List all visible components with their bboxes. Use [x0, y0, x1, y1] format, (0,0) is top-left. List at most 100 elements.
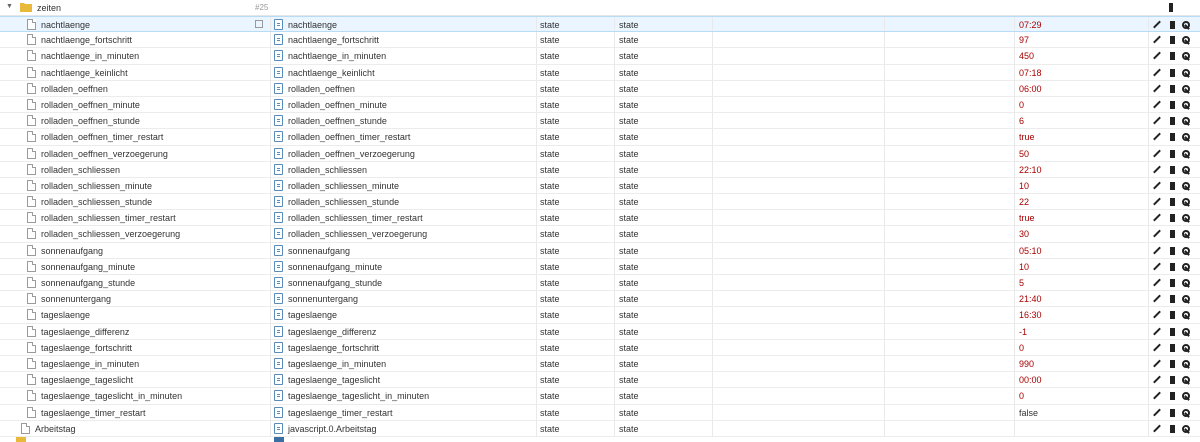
delete-icon[interactable] — [1168, 116, 1178, 126]
object-role[interactable]: state — [619, 181, 639, 191]
delete-icon[interactable] — [1168, 165, 1178, 175]
wrench-icon[interactable] — [1181, 246, 1191, 256]
object-name[interactable]: nachtlaenge_fortschritt — [288, 35, 379, 45]
object-name[interactable]: nachtlaenge_in_minuten — [288, 51, 386, 61]
table-row[interactable]: tageslaenge_fortschritt tageslaenge_forts… — [0, 339, 1200, 356]
delete-icon[interactable] — [1168, 181, 1178, 191]
delete-icon[interactable] — [1169, 3, 1173, 12]
object-name[interactable]: rolladen_oeffnen — [288, 84, 355, 94]
edit-icon[interactable] — [1152, 165, 1162, 175]
object-name[interactable]: rolladen_oeffnen_verzoegerung — [288, 149, 415, 159]
object-name[interactable]: rolladen_schliessen_verzoegerung — [288, 229, 427, 239]
object-name[interactable]: tageslaenge_tageslicht — [288, 375, 380, 385]
object-value[interactable]: 990 — [1019, 359, 1034, 369]
table-row[interactable]: rolladen_oeffnen_timer_restart rolladen_o… — [0, 129, 1200, 146]
edit-icon[interactable] — [1152, 343, 1162, 353]
wrench-icon[interactable] — [1181, 359, 1191, 369]
wrench-icon[interactable] — [1181, 294, 1191, 304]
wrench-icon[interactable] — [1181, 391, 1191, 401]
delete-icon[interactable] — [1168, 35, 1178, 45]
edit-icon[interactable] — [1152, 51, 1162, 61]
edit-icon[interactable] — [1152, 197, 1162, 207]
object-name[interactable]: javascript.0.Arbeitstag — [288, 424, 377, 434]
wrench-icon[interactable] — [1181, 229, 1191, 239]
table-row[interactable]: rolladen_schliessen rolladen_schliessen st… — [0, 161, 1200, 178]
object-value[interactable]: 07:18 — [1019, 68, 1042, 78]
object-role[interactable]: state — [619, 359, 639, 369]
wrench-icon[interactable] — [1181, 68, 1191, 78]
object-name[interactable]: tageslaenge_in_minuten — [288, 359, 386, 369]
wrench-icon[interactable] — [1181, 51, 1191, 61]
table-row[interactable]: tageslaenge_timer_restart tageslaenge_tim… — [0, 404, 1200, 421]
edit-icon[interactable] — [1152, 294, 1162, 304]
object-role[interactable]: state — [619, 132, 639, 142]
wrench-icon[interactable] — [1181, 100, 1191, 110]
edit-icon[interactable] — [1152, 408, 1162, 418]
object-name[interactable]: rolladen_schliessen_stunde — [288, 197, 399, 207]
edit-icon[interactable] — [1152, 116, 1162, 126]
object-name[interactable]: rolladen_oeffnen_stunde — [288, 116, 387, 126]
delete-icon[interactable] — [1168, 424, 1178, 434]
table-row[interactable]: nachtlaenge_in_minuten nachtlaenge_in_min… — [0, 48, 1200, 65]
object-name[interactable]: tageslaenge_differenz — [288, 327, 376, 337]
next-folder-row[interactable] — [0, 436, 1200, 442]
object-role[interactable]: state — [619, 246, 639, 256]
object-role[interactable]: state — [619, 20, 639, 30]
object-value[interactable]: 16:30 — [1019, 310, 1042, 320]
object-value[interactable]: 0 — [1019, 391, 1024, 401]
table-row[interactable]: tageslaenge tageslaenge state state 16:30 — [0, 307, 1200, 324]
edit-icon[interactable] — [1152, 84, 1162, 94]
edit-icon[interactable] — [1152, 359, 1162, 369]
table-row[interactable]: sonnenaufgang sonnenaufgang state state 05:1… — [0, 242, 1200, 259]
object-role[interactable]: state — [619, 51, 639, 61]
delete-icon[interactable] — [1168, 213, 1178, 223]
wrench-icon[interactable] — [1181, 278, 1191, 288]
object-role[interactable]: state — [619, 343, 639, 353]
object-role[interactable]: state — [619, 310, 639, 320]
delete-icon[interactable] — [1168, 262, 1178, 272]
wrench-icon[interactable] — [1181, 343, 1191, 353]
wrench-icon[interactable] — [1181, 310, 1191, 320]
edit-icon[interactable] — [1152, 68, 1162, 78]
table-row[interactable]: sonnenuntergang sonnenuntergang state state… — [0, 291, 1200, 308]
object-name[interactable]: tageslaenge — [288, 310, 337, 320]
edit-icon[interactable] — [1152, 20, 1162, 30]
object-name[interactable]: nachtlaenge_keinlicht — [288, 68, 375, 78]
object-role[interactable]: state — [619, 229, 639, 239]
edit-icon[interactable] — [1152, 424, 1162, 434]
object-name[interactable]: sonnenaufgang — [288, 246, 350, 256]
delete-icon[interactable] — [1168, 359, 1178, 369]
object-value[interactable]: 5 — [1019, 278, 1024, 288]
wrench-icon[interactable] — [1181, 132, 1191, 142]
table-row[interactable]: nachtlaenge_fortschritt nachtlaenge_forts… — [0, 32, 1200, 49]
edit-icon[interactable] — [1152, 375, 1162, 385]
table-row[interactable]: rolladen_oeffnen rolladen_oeffnen state sta… — [0, 80, 1200, 97]
edit-icon[interactable] — [1152, 149, 1162, 159]
edit-icon[interactable] — [1152, 391, 1162, 401]
object-name[interactable]: tageslaenge_fortschritt — [288, 343, 379, 353]
edit-icon[interactable] — [1152, 310, 1162, 320]
object-name[interactable]: rolladen_schliessen_timer_restart — [288, 213, 423, 223]
object-value[interactable]: 0 — [1019, 100, 1024, 110]
wrench-icon[interactable] — [1181, 424, 1191, 434]
table-row[interactable]: rolladen_oeffnen_stunde rolladen_oeffnen_… — [0, 113, 1200, 130]
delete-icon[interactable] — [1168, 246, 1178, 256]
wrench-icon[interactable] — [1181, 84, 1191, 94]
object-role[interactable]: state — [619, 424, 639, 434]
object-name[interactable]: rolladen_oeffnen_timer_restart — [288, 132, 410, 142]
object-role[interactable]: state — [619, 68, 639, 78]
object-value[interactable]: 450 — [1019, 51, 1034, 61]
object-role[interactable]: state — [619, 149, 639, 159]
delete-icon[interactable] — [1168, 197, 1178, 207]
object-name[interactable]: tageslaenge_tageslicht_in_minuten — [288, 391, 429, 401]
table-row[interactable]: sonnenaufgang_stunde sonnenaufgang_stunde… — [0, 275, 1200, 292]
object-role[interactable]: state — [619, 84, 639, 94]
object-value[interactable]: true — [1019, 132, 1035, 142]
object-value[interactable]: 05:10 — [1019, 246, 1042, 256]
object-name[interactable]: tageslaenge_timer_restart — [288, 408, 393, 418]
delete-icon[interactable] — [1168, 149, 1178, 159]
edit-icon[interactable] — [1152, 229, 1162, 239]
delete-icon[interactable] — [1168, 68, 1178, 78]
table-row[interactable]: rolladen_schliessen_stunde rolladen_schli… — [0, 194, 1200, 211]
wrench-icon[interactable] — [1181, 35, 1191, 45]
